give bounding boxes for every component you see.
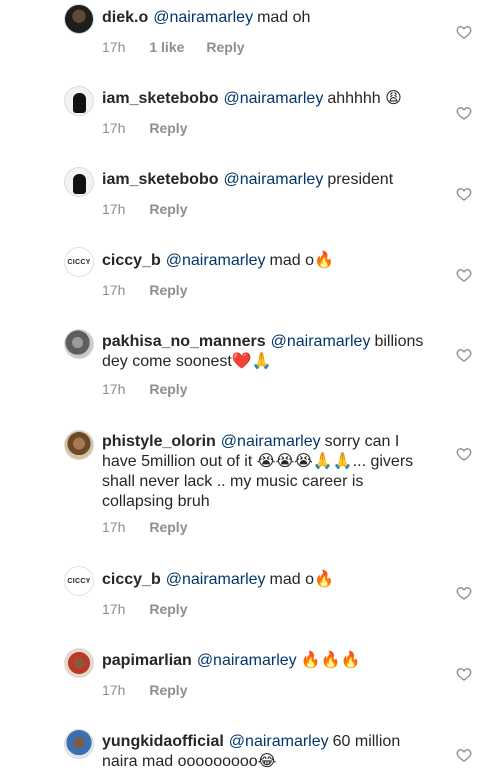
comment-body: ahhhhh 😩 xyxy=(327,90,402,107)
heart-icon[interactable] xyxy=(456,585,472,601)
avatar[interactable]: CICCY xyxy=(64,247,94,277)
comment-mention[interactable]: @nairamarley xyxy=(223,90,323,107)
reply-button[interactable]: Reply xyxy=(149,519,187,535)
comment-mention[interactable]: @nairamarley xyxy=(166,252,266,269)
reply-button[interactable]: Reply xyxy=(149,682,187,698)
avatar[interactable]: CICCY xyxy=(64,566,94,596)
avatar-logo-text: CICCY xyxy=(67,577,91,585)
comment-meta: 17h Reply xyxy=(102,381,187,397)
heart-icon[interactable] xyxy=(456,446,472,462)
avatar[interactable] xyxy=(64,729,94,759)
comment-time: 17h xyxy=(102,381,126,397)
comment-username[interactable]: ciccy_b xyxy=(102,252,161,269)
comment-text: ciccy_b @nairamarley mad o🔥 xyxy=(102,570,432,590)
avatar[interactable] xyxy=(64,167,94,197)
comment-time: 17h xyxy=(102,120,126,136)
heart-icon[interactable] xyxy=(456,267,472,283)
heart-icon[interactable] xyxy=(456,105,472,121)
comment-meta: 17h 1 like Reply xyxy=(102,39,245,55)
reply-button[interactable]: Reply xyxy=(206,39,244,55)
comment-time: 17h xyxy=(102,682,126,698)
comment-text: iam_sketebobo @nairamarley president xyxy=(102,170,432,190)
reply-button[interactable]: Reply xyxy=(149,282,187,298)
comment-text: phistyle_olorin @nairamarley sorry can I h… xyxy=(102,432,427,512)
reply-button[interactable]: Reply xyxy=(149,381,187,397)
comment-mention[interactable]: @nairamarley xyxy=(153,9,253,26)
comment-meta: 17h Reply xyxy=(102,201,187,217)
comment-meta: 17h Reply xyxy=(102,120,187,136)
heart-icon[interactable] xyxy=(456,347,472,363)
comment-list: diek.o @nairamarley mad oh 17h 1 like Reply … xyxy=(0,0,498,776)
comment-likes[interactable]: 1 like xyxy=(149,39,184,55)
comment-time: 17h xyxy=(102,282,126,298)
avatar[interactable] xyxy=(64,329,94,359)
comment-mention[interactable]: @nairamarley xyxy=(271,333,371,350)
comment-time: 17h xyxy=(102,519,126,535)
comment-meta: 17h Reply xyxy=(102,682,187,698)
comment-body: 🔥🔥🔥 xyxy=(300,652,361,669)
heart-icon[interactable] xyxy=(456,24,472,40)
reply-button[interactable]: Reply xyxy=(149,120,187,136)
comment-mention[interactable]: @nairamarley xyxy=(221,433,321,450)
heart-icon[interactable] xyxy=(456,747,472,763)
comment-meta: 17h Reply xyxy=(102,519,187,535)
avatar[interactable] xyxy=(64,430,94,460)
comment-text: diek.o @nairamarley mad oh xyxy=(102,8,432,28)
comment-time: 17h xyxy=(102,39,126,55)
comment-username[interactable]: iam_sketebobo xyxy=(102,90,218,107)
comment-username[interactable]: diek.o xyxy=(102,9,148,26)
avatar-logo-text: CICCY xyxy=(67,258,91,266)
comment-body: mad oh xyxy=(257,9,311,26)
comment-username[interactable]: phistyle_olorin xyxy=(102,433,216,450)
comment-text: pakhisa_no_manners @nairamarley billions d… xyxy=(102,332,423,372)
comment-body: mad o🔥 xyxy=(269,571,334,588)
comment-username[interactable]: papimarlian xyxy=(102,652,192,669)
comment-mention[interactable]: @nairamarley xyxy=(166,571,266,588)
heart-icon[interactable] xyxy=(456,186,472,202)
comment-mention[interactable]: @nairamarley xyxy=(229,733,329,750)
heart-icon[interactable] xyxy=(456,666,472,682)
avatar[interactable] xyxy=(64,648,94,678)
comment-username[interactable]: ciccy_b xyxy=(102,571,161,588)
comment-mention[interactable]: @nairamarley xyxy=(223,171,323,188)
comment-meta: 17h Reply xyxy=(102,601,187,617)
comment-mention[interactable]: @nairamarley xyxy=(197,652,297,669)
comment-body: mad o🔥 xyxy=(269,252,334,269)
comment-username[interactable]: yungkidaofficial xyxy=(102,733,224,750)
avatar[interactable] xyxy=(64,86,94,116)
comment-username[interactable]: iam_sketebobo xyxy=(102,171,218,188)
avatar[interactable] xyxy=(64,4,94,34)
reply-button[interactable]: Reply xyxy=(149,201,187,217)
comment-time: 17h xyxy=(102,201,126,217)
comment-text: iam_sketebobo @nairamarley ahhhhh 😩 xyxy=(102,89,432,109)
comment-time: 17h xyxy=(102,601,126,617)
reply-button[interactable]: Reply xyxy=(149,601,187,617)
comment-text: ciccy_b @nairamarley mad o🔥 xyxy=(102,251,432,271)
comment-meta: 17h Reply xyxy=(102,282,187,298)
comment-text: yungkidaofficial @nairamarley 60 million n… xyxy=(102,732,427,772)
comment-text: papimarlian @nairamarley 🔥🔥🔥 xyxy=(102,651,432,671)
comment-body: president xyxy=(327,171,394,188)
comment-username[interactable]: pakhisa_no_manners xyxy=(102,333,266,350)
